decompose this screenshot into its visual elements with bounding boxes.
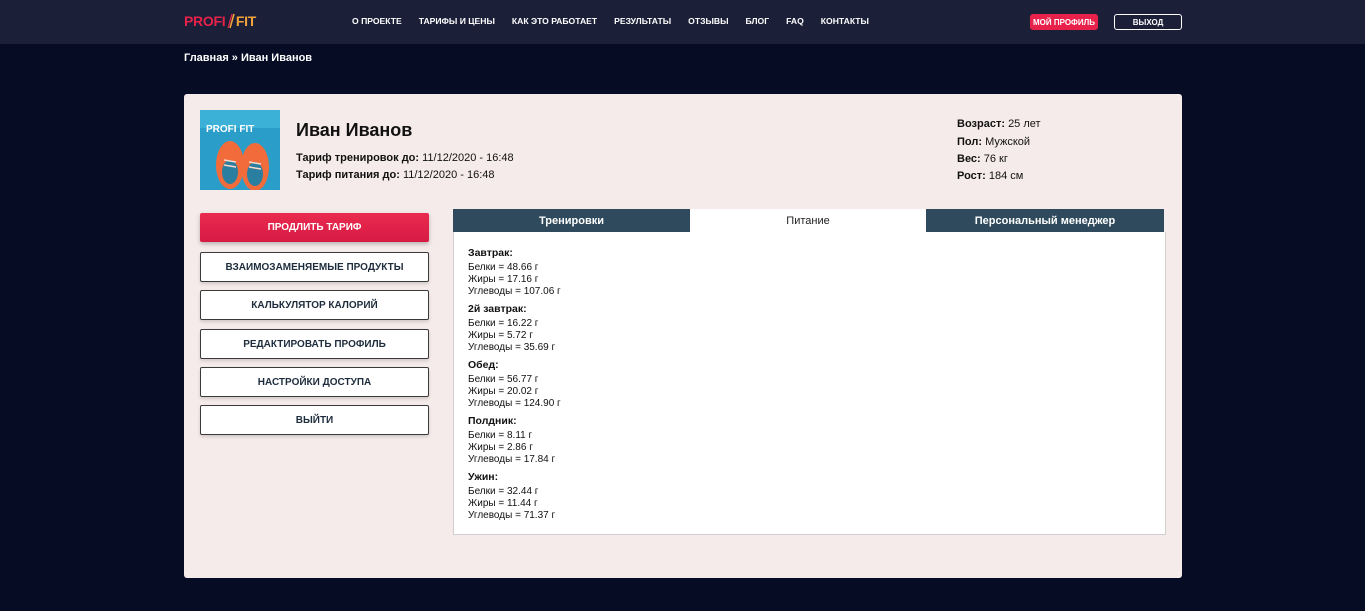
meal-block: Ужин: Белки = 32.44 г Жиры = 11.44 г Угл… (468, 471, 555, 522)
nutrition-panel: Завтрак: Белки = 48.66 г Жиры = 17.16 г … (453, 232, 1166, 535)
age-info: Возраст: 25 лет (957, 118, 1041, 130)
training-tariff-label: Тариф тренировок до: (296, 152, 420, 164)
nutrition-tariff-label: Тариф питания до: (296, 169, 400, 181)
age-label: Возраст: (957, 118, 1005, 130)
meal-line: Жиры = 17.16 г (468, 274, 539, 285)
extend-tariff-button[interactable]: ПРОДЛИТЬ ТАРИФ (200, 213, 429, 242)
height-label: Рост: (957, 170, 986, 182)
meal-block: Полдник: Белки = 8.11 г Жиры = 2.86 г Уг… (468, 415, 555, 466)
meal-block: Обед: Белки = 56.77 г Жиры = 20.02 г Угл… (468, 359, 561, 410)
meal-line: Белки = 56.77 г (468, 374, 539, 385)
logout-button[interactable]: ВЫХОД (1114, 14, 1182, 30)
weight-label: Вес: (957, 153, 981, 165)
height-value: 184 см (988, 170, 1024, 182)
age-value: 25 лет (1008, 118, 1041, 130)
nav-reviews[interactable]: ОТЗЫВЫ (688, 16, 728, 26)
logo-text-left: PROFI (184, 13, 226, 29)
meal-line: Белки = 32.44 г (468, 486, 539, 497)
meal-title: Обед: (468, 359, 499, 371)
main-nav: О ПРОЕКТЕ ТАРИФЫ И ЦЕНЫ КАК ЭТО РАБОТАЕТ… (352, 16, 886, 26)
site-logo[interactable]: PROFI FIT (184, 10, 256, 32)
nav-faq[interactable]: FAQ (786, 16, 804, 26)
nav-tariffs[interactable]: ТАРИФЫ И ЦЕНЫ (419, 16, 495, 26)
meal-line: Жиры = 11.44 г (468, 498, 538, 509)
meal-line: Углеводы = 35.69 г (468, 342, 556, 353)
gender-label: Пол: (957, 136, 983, 148)
avatar: PROFI FIT (200, 110, 280, 190)
profile-card: PROFI FIT Иван Иванов Тариф тренировок д… (184, 94, 1182, 578)
nav-contacts[interactable]: КОНТАКТЫ (821, 16, 869, 26)
user-name: Иван Иванов (296, 120, 413, 140)
meal-line: Белки = 16.22 г (468, 318, 539, 329)
weight-info: Вес: 76 кг (957, 153, 1008, 165)
runner-icon (227, 13, 236, 29)
my-profile-button[interactable]: МОЙ ПРОФИЛЬ (1030, 14, 1098, 30)
meal-line: Углеводы = 17.84 г (468, 454, 556, 465)
sneakers-image-icon (200, 110, 280, 190)
logo-text-right: FIT (235, 13, 256, 29)
nav-about[interactable]: О ПРОЕКТЕ (352, 16, 402, 26)
top-navigation-bar: PROFI FIT О ПРОЕКТЕ ТАРИФЫ И ЦЕНЫ КАК ЭТ… (0, 0, 1365, 44)
meal-title: 2й завтрак: (468, 303, 527, 315)
interchangeable-products-button[interactable]: ВЗАИМОЗАМЕНЯЕМЫЕ ПРОДУКТЫ (200, 252, 429, 282)
avatar-logo-text: PROFI FIT (206, 124, 255, 135)
nav-blog[interactable]: БЛОГ (746, 16, 770, 26)
nav-how-it-works[interactable]: КАК ЭТО РАБОТАЕТ (512, 16, 597, 26)
meal-title: Ужин: (468, 471, 499, 483)
meal-line: Жиры = 5.72 г (468, 330, 533, 341)
nutrition-tariff-value: 11/12/2020 - 16:48 (402, 169, 495, 181)
height-info: Рост: 184 см (957, 170, 1023, 182)
training-tariff: Тариф тренировок до: 11/12/2020 - 16:48 (296, 152, 514, 164)
gender-value: Мужской (985, 136, 1031, 148)
breadcrumb: Главная » Иван Иванов (184, 52, 313, 64)
calorie-calculator-button[interactable]: КАЛЬКУЛЯТОР КАЛОРИЙ (200, 290, 429, 320)
sign-out-button[interactable]: ВЫЙТИ (200, 405, 429, 435)
meal-line: Жиры = 2.86 г (468, 442, 533, 453)
meal-title: Завтрак: (468, 247, 513, 259)
meal-title: Полдник: (468, 415, 517, 427)
profile-tabs: Тренировки Питание Персональный менеджер (453, 209, 1166, 232)
meal-block: Завтрак: Белки = 48.66 г Жиры = 17.16 г … (468, 247, 561, 298)
training-tariff-value: 11/12/2020 - 16:48 (422, 152, 514, 164)
meal-line: Углеводы = 124.90 г (468, 398, 561, 409)
weight-value: 76 кг (983, 153, 1008, 165)
meal-line: Углеводы = 107.06 г (468, 286, 561, 297)
tab-nutrition[interactable]: Питание (690, 209, 926, 232)
meal-line: Жиры = 20.02 г (468, 386, 539, 397)
tab-personal-manager[interactable]: Персональный менеджер (926, 209, 1164, 232)
gender-info: Пол: Мужской (957, 136, 1030, 148)
access-settings-button[interactable]: НАСТРОЙКИ ДОСТУПА (200, 367, 429, 397)
meal-block: 2й завтрак: Белки = 16.22 г Жиры = 5.72 … (468, 303, 555, 354)
tab-trainings[interactable]: Тренировки (453, 209, 690, 232)
meal-line: Белки = 48.66 г (468, 262, 539, 273)
nutrition-tariff: Тариф питания до: 11/12/2020 - 16:48 (296, 169, 495, 181)
meal-line: Белки = 8.11 г (468, 430, 533, 441)
meal-line: Углеводы = 71.37 г (468, 510, 556, 521)
edit-profile-button[interactable]: РЕДАКТИРОВАТЬ ПРОФИЛЬ (200, 329, 429, 359)
nav-results[interactable]: РЕЗУЛЬТАТЫ (614, 16, 671, 26)
